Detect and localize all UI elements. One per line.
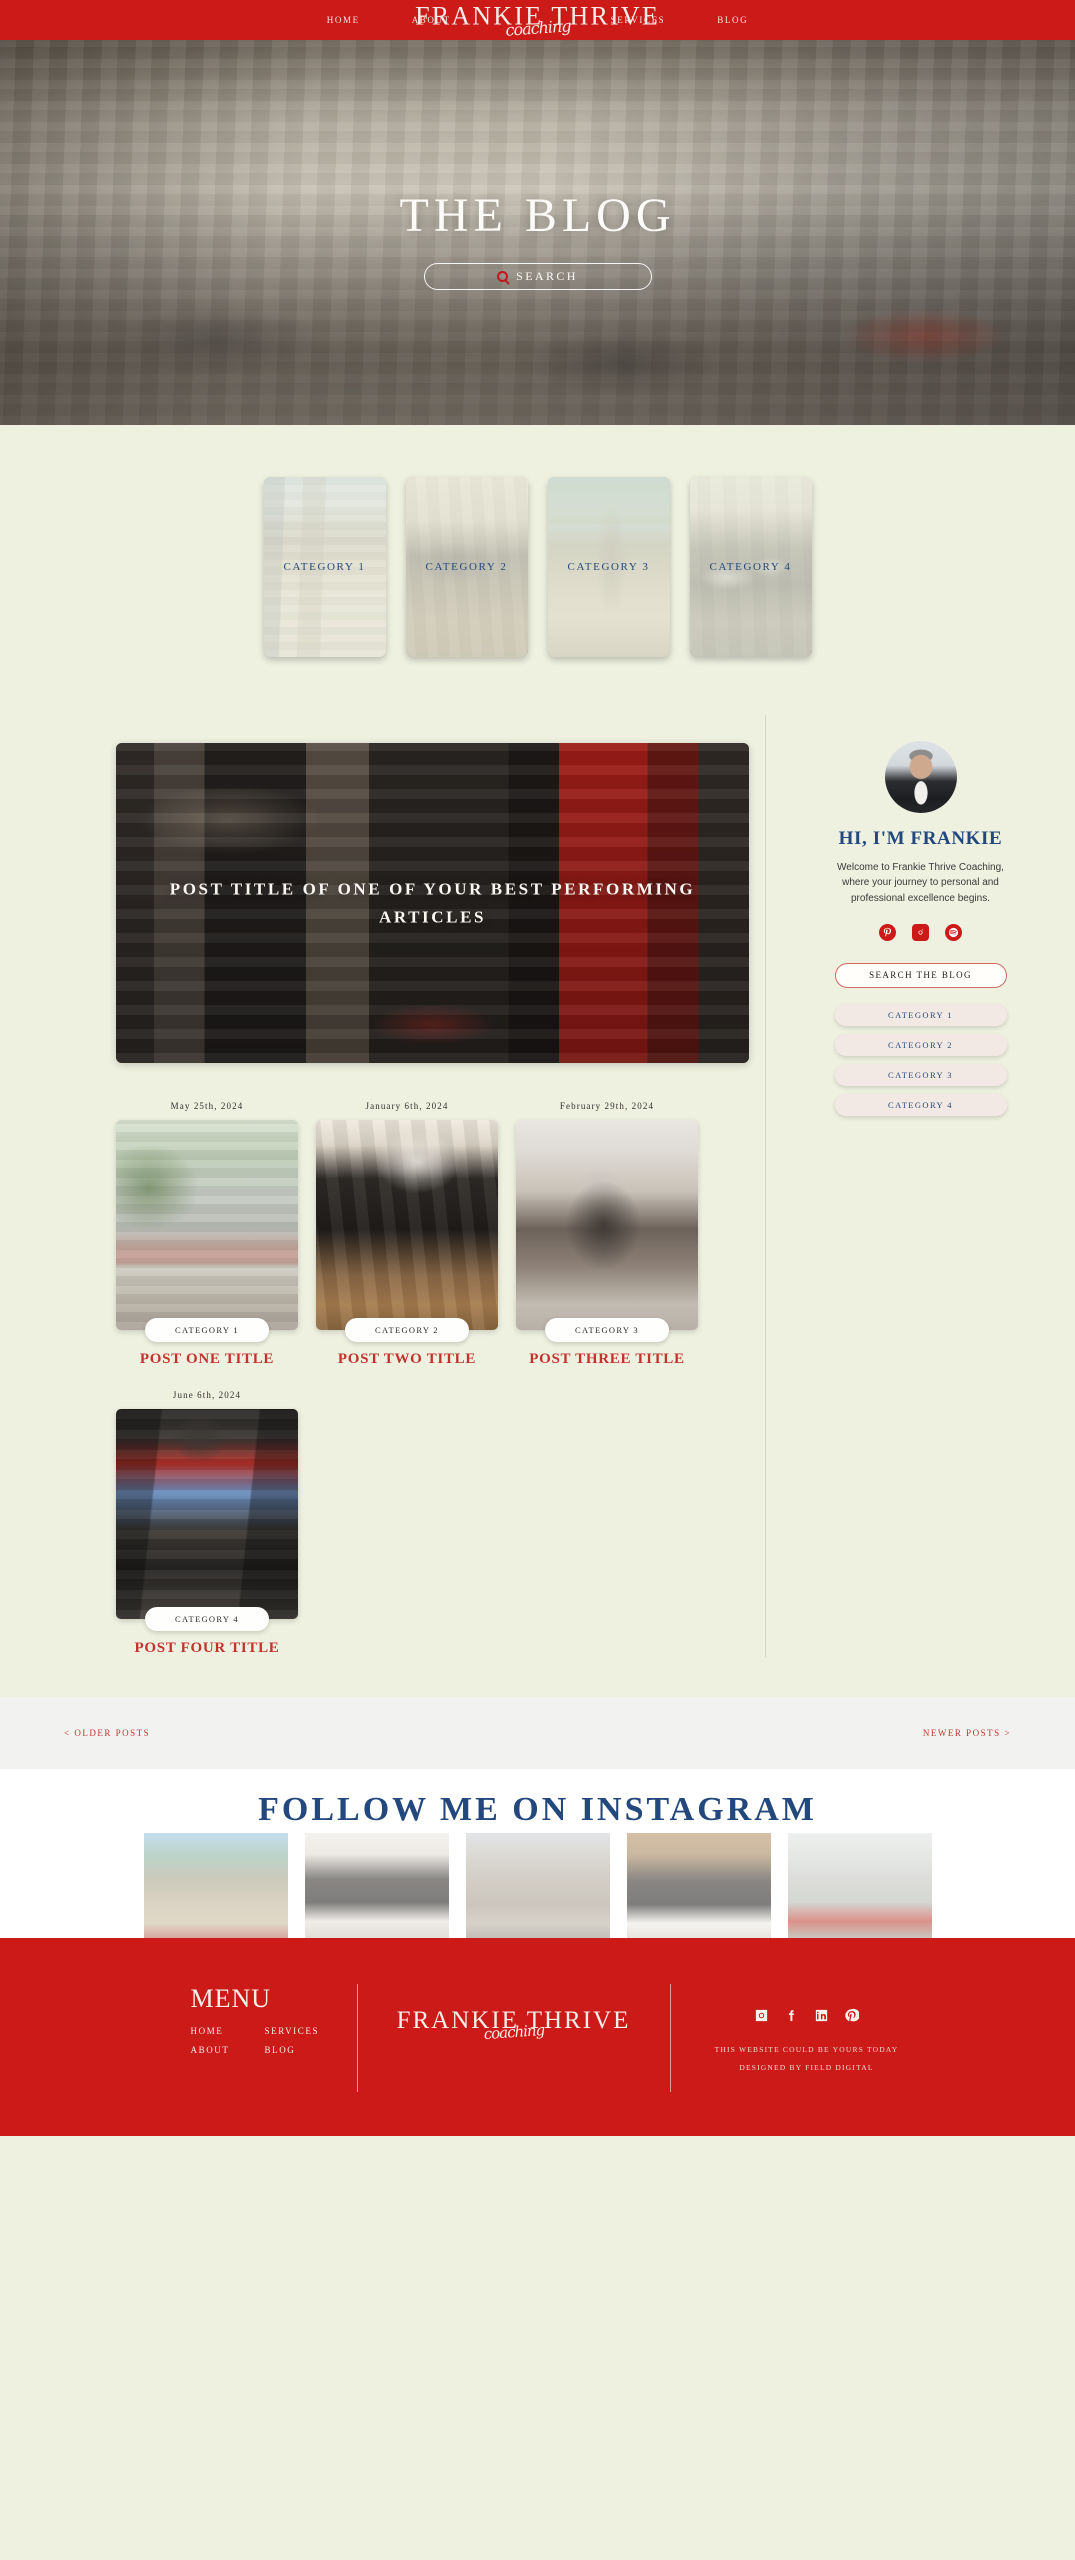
category-card-3[interactable]: CATEGORY 3	[547, 477, 670, 657]
instagram-photo-5[interactable]	[787, 1833, 932, 1938]
post-card-2-date: January 6th, 2024	[365, 1101, 449, 1111]
instagram-heading: FOLLOW ME ON INSTAGRAM	[258, 1791, 817, 1828]
post-card-3-title[interactable]: POST THREE TITLE	[516, 1351, 698, 1368]
instagram-icon[interactable]	[754, 2008, 769, 2023]
post-card-2: January 6th, 2024 CATEGORY 2 POST TWO TI…	[316, 1101, 498, 1368]
sidebar-category-4[interactable]: CATEGORY 4	[834, 1093, 1007, 1116]
footer-note-line-1: THIS WEBSITE COULD BE YOURS TODAY	[714, 2045, 899, 2054]
instagram-gallery	[0, 1833, 1075, 1938]
instagram-photo-1[interactable]	[143, 1833, 288, 1938]
post-card-2-category-badge[interactable]: CATEGORY 2	[345, 1318, 469, 1342]
post-card-1-title[interactable]: POST ONE TITLE	[116, 1351, 298, 1368]
page-title: THE BLOG	[399, 189, 676, 242]
post-card-3-date: February 29th, 2024	[559, 1101, 655, 1111]
footer-links: HOME SERVICES ABOUT BLOG	[191, 2026, 351, 2055]
sidebar-category-1[interactable]: CATEGORY 1	[834, 1003, 1007, 1026]
post-card-4-image[interactable]	[116, 1409, 298, 1619]
post-card-1: May 25th, 2024 CATEGORY 1 POST ONE TITLE	[116, 1101, 298, 1368]
hero-search-placeholder: SEARCH	[516, 269, 578, 283]
hero-banner: THE BLOG SEARCH	[0, 40, 1075, 425]
category-card-1-overlay: CATEGORY 1	[263, 477, 386, 657]
sidebar: HI, I'M FRANKIE Welcome to Frankie Thriv…	[765, 715, 1075, 1657]
sidebar-category-2[interactable]: CATEGORY 2	[834, 1033, 1007, 1056]
footer-logo[interactable]: FRANKIE THRIVE coaching	[364, 1984, 664, 2043]
instagram-photo-4[interactable]	[626, 1833, 771, 1938]
category-card-3-overlay: CATEGORY 3	[547, 477, 670, 657]
search-icon	[497, 271, 509, 282]
site-logo[interactable]: FRANKIE THRIVE coaching	[415, 3, 660, 40]
category-card-3-label: CATEGORY 3	[567, 561, 650, 573]
post-card-1-image[interactable]	[116, 1120, 298, 1330]
category-card-2-overlay: CATEGORY 2	[405, 477, 528, 657]
main-content-area: POST TITLE OF ONE OF YOUR BEST PERFORMIN…	[0, 715, 1075, 1697]
nav-item-blog[interactable]: BLOG	[717, 15, 748, 25]
instagram-section: FOLLOW ME ON INSTAGRAM	[0, 1769, 1075, 1938]
footer-link-services[interactable]: SERVICES	[265, 2026, 351, 2036]
post-card-2-title[interactable]: POST TWO TITLE	[316, 1351, 498, 1368]
site-footer: MENU HOME SERVICES ABOUT BLOG FRANKIE TH…	[0, 1938, 1075, 2136]
avatar	[884, 741, 957, 813]
blog-posts-column: POST TITLE OF ONE OF YOUR BEST PERFORMIN…	[0, 715, 765, 1657]
pinterest-icon[interactable]	[844, 2008, 859, 2023]
footer-menu-title: MENU	[190, 1984, 272, 2013]
facebook-icon[interactable]	[784, 2008, 799, 2023]
hero-content: THE BLOG SEARCH	[0, 40, 1075, 290]
footer-link-home[interactable]: HOME	[191, 2026, 265, 2036]
instagram-photo-3[interactable]	[465, 1833, 610, 1938]
footer-menu: MENU HOME SERVICES ABOUT BLOG	[139, 1984, 351, 2055]
pinterest-icon[interactable]	[879, 923, 896, 941]
sidebar-search-button[interactable]: SEARCH THE BLOG	[834, 962, 1007, 988]
category-card-4[interactable]: CATEGORY 4	[689, 477, 812, 657]
post-grid: May 25th, 2024 CATEGORY 1 POST ONE TITLE…	[116, 1101, 749, 1657]
spotify-icon[interactable]	[945, 923, 962, 941]
older-posts-link[interactable]: < OLDER POSTS	[64, 1728, 150, 1738]
post-card-4-title[interactable]: POST FOUR TITLE	[116, 1640, 298, 1657]
post-card-1-category-badge[interactable]: CATEGORY 1	[145, 1318, 269, 1342]
footer-divider-left	[356, 1984, 358, 2092]
category-card-4-label: CATEGORY 4	[709, 561, 792, 573]
instagram-photo-2[interactable]	[304, 1833, 449, 1938]
post-card-3-image[interactable]	[516, 1120, 698, 1330]
category-card-1-label: CATEGORY 1	[283, 561, 366, 573]
category-card-4-overlay: CATEGORY 4	[689, 477, 812, 657]
post-card-4: June 6th, 2024 CATEGORY 4 POST FOUR TITL…	[116, 1390, 298, 1657]
newer-posts-link[interactable]: NEWER POSTS >	[923, 1728, 1011, 1738]
sidebar-social-links	[790, 923, 1051, 941]
post-card-3: February 29th, 2024 CATEGORY 3 POST THRE…	[516, 1101, 698, 1368]
instagram-icon[interactable]	[912, 923, 929, 941]
sidebar-description: Welcome to Frankie Thrive Coaching, wher…	[837, 862, 1004, 904]
sidebar-category-3[interactable]: CATEGORY 3	[834, 1063, 1007, 1086]
linkedin-icon[interactable]	[814, 2008, 829, 2023]
footer-right-column: THIS WEBSITE COULD BE YOURS TODAY DESIGN…	[677, 1984, 937, 2081]
nav-item-home[interactable]: HOME	[327, 15, 360, 25]
post-card-1-date: May 25th, 2024	[170, 1101, 244, 1111]
post-card-4-category-badge[interactable]: CATEGORY 4	[145, 1607, 269, 1631]
category-card-1[interactable]: CATEGORY 1	[263, 477, 386, 657]
sidebar-category-list: CATEGORY 1 CATEGORY 2 CATEGORY 3 CATEGOR…	[790, 1003, 1051, 1116]
post-card-2-image[interactable]	[316, 1120, 498, 1330]
footer-link-about[interactable]: ABOUT	[191, 2045, 265, 2055]
featured-post-title: POST TITLE OF ONE OF YOUR BEST PERFORMIN…	[169, 879, 696, 926]
footer-social-links	[677, 2008, 937, 2023]
footer-link-blog[interactable]: BLOG	[265, 2045, 351, 2055]
post-card-3-category-badge[interactable]: CATEGORY 3	[545, 1318, 669, 1342]
category-card-2[interactable]: CATEGORY 2	[405, 477, 528, 657]
category-card-2-label: CATEGORY 2	[425, 561, 508, 573]
category-cards-strip: CATEGORY 1 CATEGORY 2 CATEGORY 3 CATEGOR…	[0, 425, 1075, 715]
footer-divider-right	[669, 1984, 671, 2092]
sidebar-heading: HI, I'M FRANKIE	[838, 828, 1003, 849]
pagination: < OLDER POSTS NEWER POSTS >	[0, 1697, 1075, 1769]
featured-post-card[interactable]: POST TITLE OF ONE OF YOUR BEST PERFORMIN…	[116, 743, 749, 1063]
hero-search-input[interactable]: SEARCH	[423, 263, 652, 290]
footer-note-line-2[interactable]: DESIGNED BY FIELD DIGITAL	[677, 2063, 937, 2072]
site-header: HOME ABOUT FRANKIE THRIVE coaching SERVI…	[0, 0, 1075, 40]
post-card-4-date: June 6th, 2024	[172, 1390, 242, 1400]
